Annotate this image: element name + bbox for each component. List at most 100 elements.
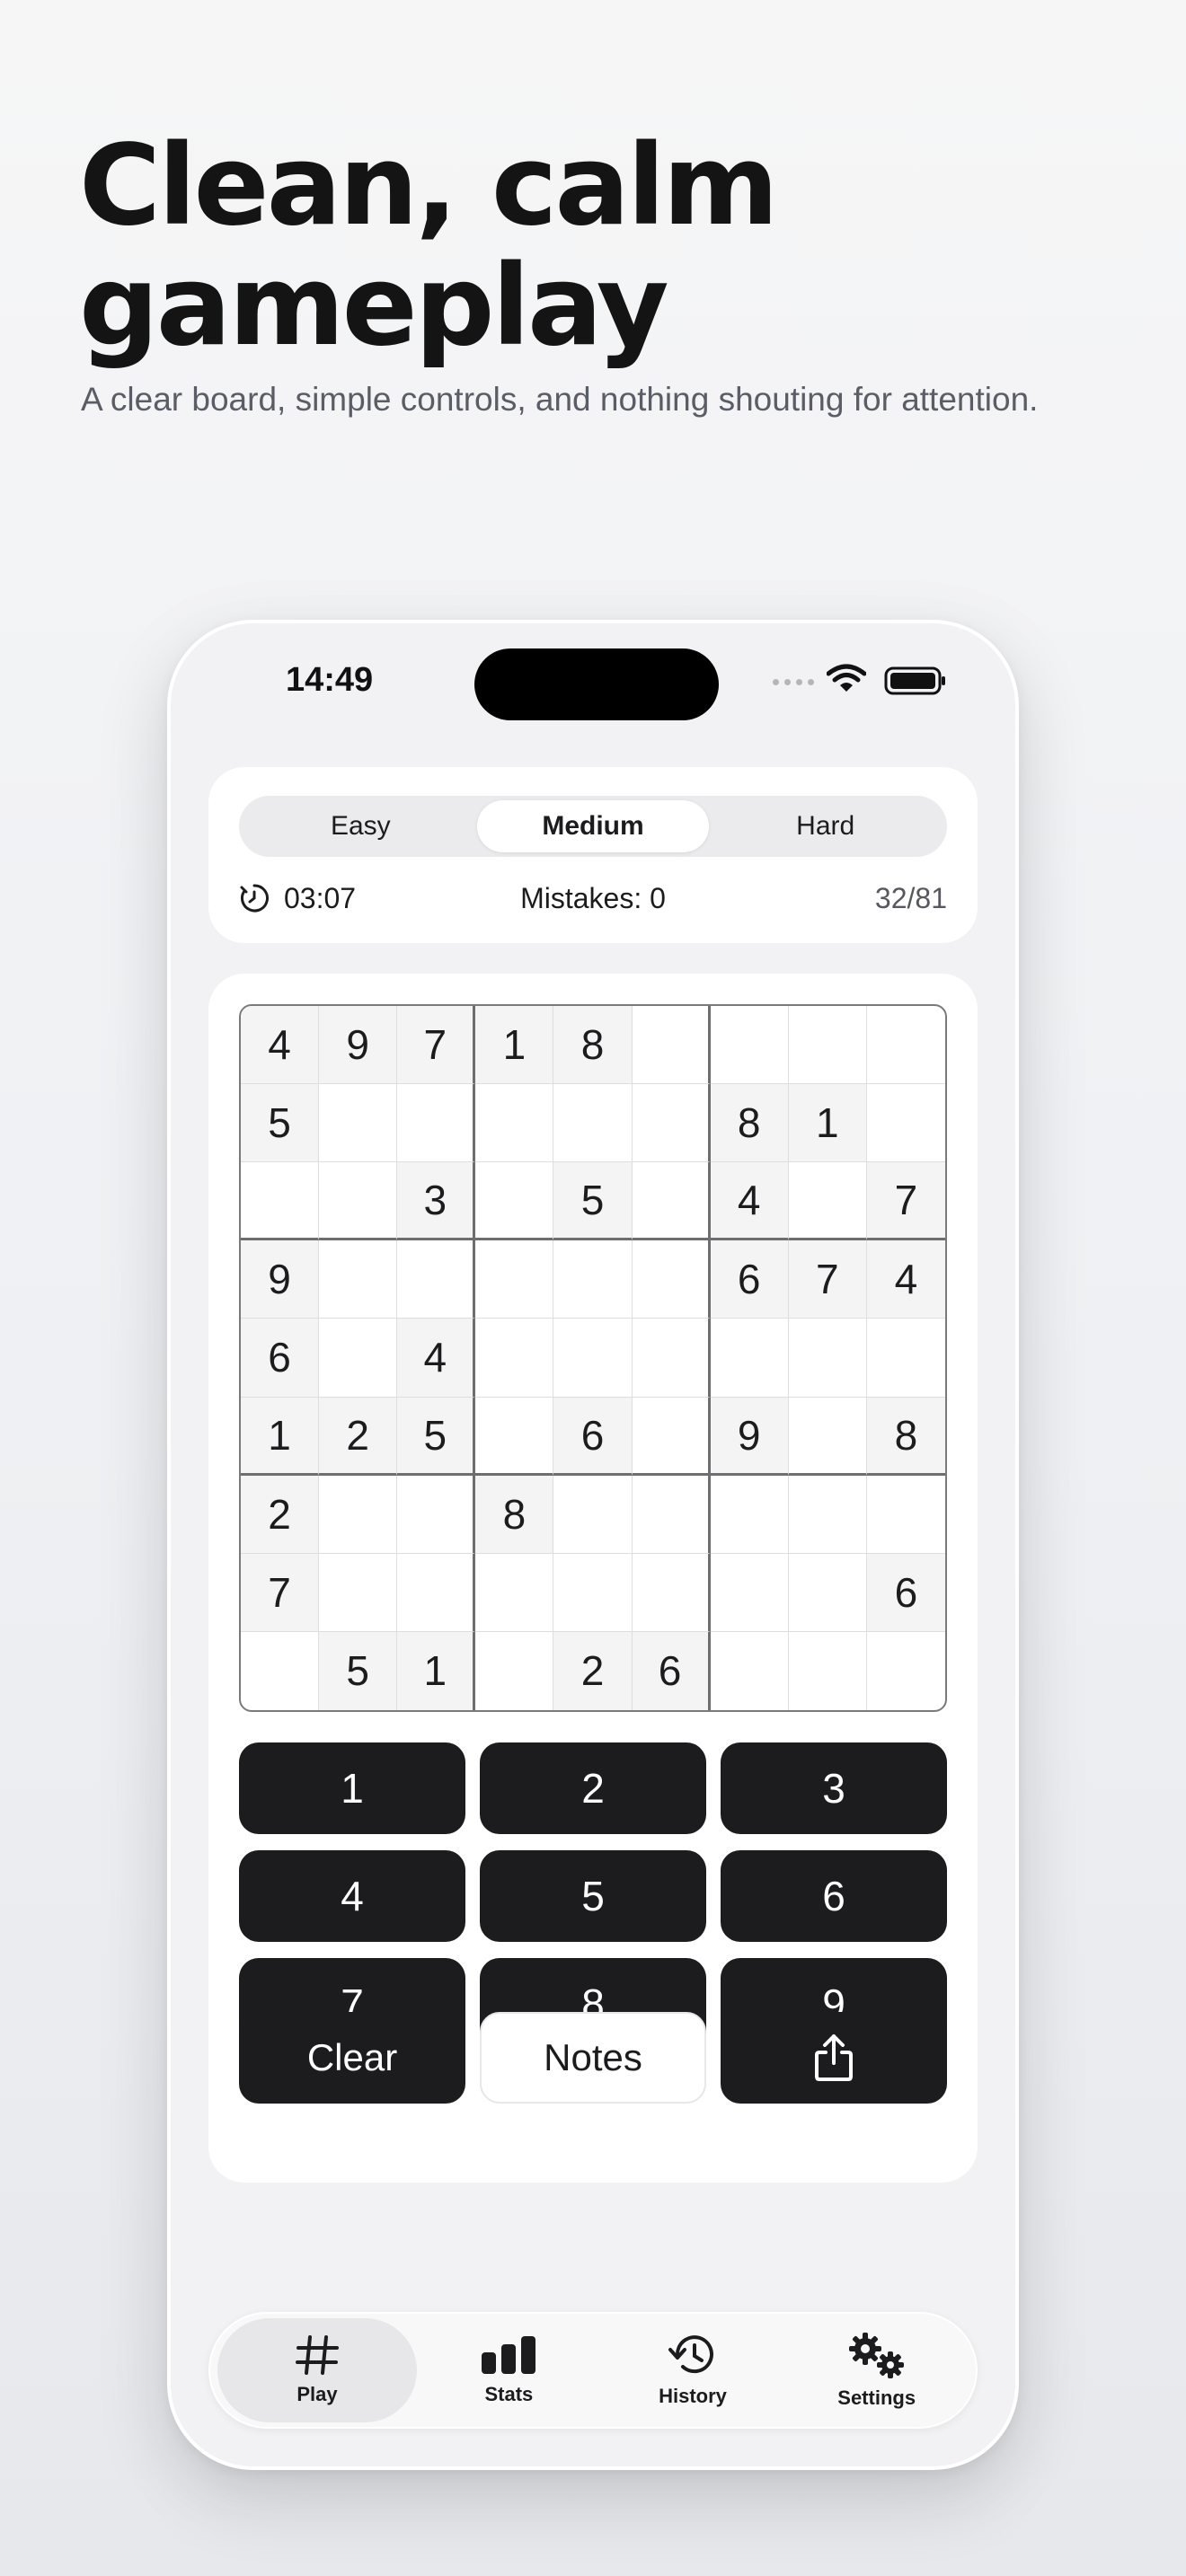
board-cell-r6-c3[interactable]: 5 — [397, 1397, 476, 1476]
clear-button[interactable]: Clear — [239, 2012, 465, 2104]
board-cell-r6-c1[interactable]: 1 — [241, 1397, 320, 1476]
board-cell-r9-c4[interactable] — [475, 1631, 554, 1710]
board-cell-r2-c1[interactable]: 5 — [241, 1084, 320, 1163]
board-cell-r5-c1[interactable]: 6 — [241, 1319, 320, 1398]
board-cell-r4-c5[interactable] — [553, 1240, 633, 1319]
board-cell-r1-c5[interactable]: 8 — [553, 1006, 633, 1085]
board-cell-r7-c1[interactable]: 2 — [241, 1475, 320, 1554]
board-cell-r3-c6[interactable] — [632, 1162, 711, 1241]
board-cell-r6-c4[interactable] — [475, 1397, 554, 1476]
board-cell-r6-c5[interactable]: 6 — [553, 1397, 633, 1476]
key-4[interactable]: 4 — [239, 1850, 465, 1942]
board-cell-r9-c6[interactable]: 6 — [632, 1631, 711, 1710]
board-cell-r1-c6[interactable] — [632, 1006, 711, 1085]
board-cell-r4-c7[interactable]: 6 — [710, 1240, 789, 1319]
board-cell-r6-c7[interactable]: 9 — [710, 1397, 789, 1476]
board-cell-r4-c3[interactable] — [397, 1240, 476, 1319]
board-cell-r5-c5[interactable] — [553, 1319, 633, 1398]
board-cell-r7-c2[interactable] — [319, 1475, 398, 1554]
board-cell-r4-c8[interactable]: 7 — [788, 1240, 867, 1319]
difficulty-hard[interactable]: Hard — [709, 800, 942, 852]
board-cell-r7-c3[interactable] — [397, 1475, 476, 1554]
key-5[interactable]: 5 — [480, 1850, 706, 1942]
board-cell-r8-c6[interactable] — [632, 1553, 711, 1632]
board-cell-r9-c8[interactable] — [789, 1631, 867, 1710]
board-cell-r4-c1[interactable]: 9 — [241, 1240, 320, 1319]
board-cell-r5-c9[interactable] — [866, 1319, 945, 1398]
board-cell-r9-c1[interactable] — [241, 1631, 320, 1710]
board-cell-r7-c5[interactable] — [553, 1475, 633, 1554]
board-cell-r8-c9[interactable]: 6 — [866, 1553, 945, 1632]
key-2[interactable]: 2 — [480, 1742, 706, 1834]
difficulty-easy[interactable]: Easy — [244, 800, 477, 852]
board-cell-r5-c4[interactable] — [475, 1319, 554, 1398]
board-cell-r3-c3[interactable]: 3 — [397, 1162, 476, 1241]
board-cell-r2-c6[interactable] — [632, 1084, 711, 1163]
board-cell-r7-c7[interactable] — [710, 1475, 789, 1554]
board-cell-r9-c2[interactable]: 5 — [319, 1631, 398, 1710]
board-cell-r7-c4[interactable]: 8 — [475, 1475, 554, 1554]
board-cell-r7-c9[interactable] — [866, 1476, 945, 1554]
board-cell-r4-c4[interactable] — [475, 1240, 554, 1319]
board-cell-r4-c2[interactable] — [319, 1240, 398, 1319]
board-cell-r3-c9[interactable]: 7 — [866, 1162, 945, 1241]
board-cell-r2-c5[interactable] — [553, 1084, 633, 1163]
board-cell-r7-c6[interactable] — [632, 1475, 711, 1554]
hero-title-line2: gameplay — [79, 242, 669, 371]
board-cell-r2-c3[interactable] — [397, 1084, 476, 1163]
board-cell-r2-c7[interactable]: 8 — [710, 1084, 789, 1163]
board-cell-r9-c5[interactable]: 2 — [553, 1631, 633, 1710]
board-cell-r2-c8[interactable]: 1 — [788, 1084, 867, 1163]
tab-stats[interactable]: Stats — [417, 2318, 601, 2422]
board-cell-r1-c9[interactable] — [866, 1006, 945, 1085]
board-cell-r8-c2[interactable] — [319, 1553, 398, 1632]
difficulty-medium[interactable]: Medium — [476, 800, 710, 852]
board-cell-r4-c6[interactable] — [632, 1240, 711, 1319]
share-button[interactable] — [721, 2012, 947, 2104]
board-cell-r1-c1[interactable]: 4 — [241, 1006, 320, 1085]
board-cell-r8-c4[interactable] — [475, 1553, 554, 1632]
board-cell-r1-c8[interactable] — [788, 1006, 867, 1085]
key-6[interactable]: 6 — [721, 1850, 947, 1942]
board-cell-r8-c3[interactable] — [397, 1553, 476, 1632]
tab-settings[interactable]: Settings — [784, 2318, 969, 2422]
board-cell-r7-c8[interactable] — [788, 1475, 867, 1554]
board-cell-r6-c8[interactable] — [788, 1397, 867, 1476]
board-cell-r5-c7[interactable] — [710, 1319, 789, 1398]
board-cell-r5-c3[interactable]: 4 — [397, 1319, 476, 1398]
board-cell-r6-c2[interactable]: 2 — [319, 1397, 398, 1476]
board-cell-r2-c4[interactable] — [475, 1084, 554, 1163]
notes-button[interactable]: Notes — [480, 2012, 706, 2104]
board-cell-r1-c3[interactable]: 7 — [397, 1006, 476, 1085]
board-cell-r5-c2[interactable] — [319, 1319, 398, 1398]
board-cell-r2-c9[interactable] — [866, 1084, 945, 1163]
board-cell-r4-c9[interactable]: 4 — [866, 1240, 945, 1319]
board-cell-r9-c7[interactable] — [711, 1631, 789, 1710]
board-cell-r6-c9[interactable]: 8 — [866, 1397, 945, 1476]
board-cell-r9-c9[interactable] — [867, 1632, 945, 1710]
board-cell-r3-c7[interactable]: 4 — [710, 1162, 789, 1241]
board-cell-r8-c5[interactable] — [553, 1553, 633, 1632]
board-cell-r8-c1[interactable]: 7 — [241, 1553, 320, 1632]
tab-history[interactable]: History — [601, 2318, 785, 2422]
board-cell-r8-c7[interactable] — [710, 1553, 789, 1632]
board-cell-r3-c2[interactable] — [319, 1162, 398, 1241]
board-cell-r5-c8[interactable] — [788, 1319, 867, 1398]
board-cell-r1-c4[interactable]: 1 — [475, 1006, 554, 1085]
board-cell-r3-c1[interactable] — [241, 1162, 320, 1241]
key-1[interactable]: 1 — [239, 1742, 465, 1834]
board-cell-r2-c2[interactable] — [319, 1084, 398, 1163]
board-cell-r6-c6[interactable] — [632, 1397, 711, 1476]
board-cell-r1-c7[interactable] — [710, 1006, 789, 1085]
tab-play-label: Play — [296, 2383, 338, 2405]
board-cell-r9-c3[interactable]: 1 — [397, 1631, 476, 1710]
key-3[interactable]: 3 — [721, 1742, 947, 1834]
board-cell-r8-c8[interactable] — [788, 1553, 867, 1632]
tab-play[interactable]: Play — [217, 2318, 418, 2422]
board-cell-r3-c4[interactable] — [475, 1162, 554, 1241]
board-cell-r3-c5[interactable]: 5 — [553, 1162, 633, 1241]
board-cell-r5-c6[interactable] — [632, 1319, 711, 1398]
board-cell-r1-c2[interactable]: 9 — [319, 1006, 398, 1085]
board-cell-r3-c8[interactable] — [788, 1162, 867, 1241]
action-row: Clear Notes — [239, 2012, 947, 2104]
